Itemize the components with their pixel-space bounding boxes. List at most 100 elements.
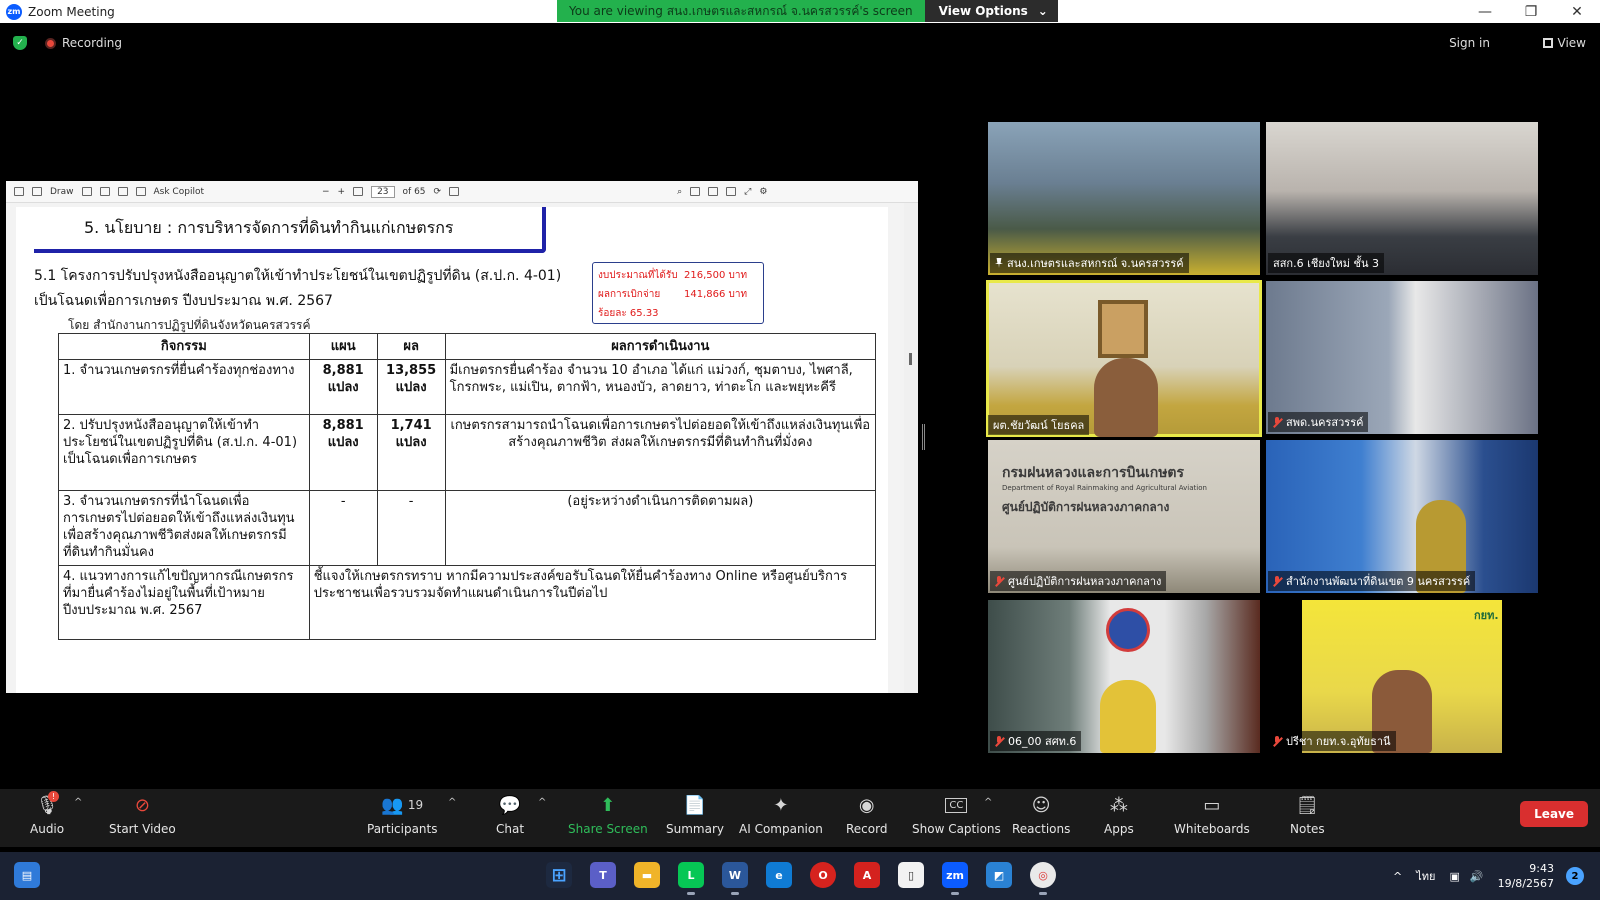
ai-companion-button[interactable]: ✦ AI Companion [739,793,823,837]
tile-name-label: ผต.ชัยวัฒน์ โยธคล [988,415,1090,435]
video-tile[interactable]: สสก.6 เชียงใหม่ ชั้น 3 [1266,122,1538,275]
zoom-in-icon[interactable]: + [338,187,346,197]
video-tile-active-speaker[interactable]: ผต.ชัยวัฒน์ โยธคล [986,280,1262,437]
audio-options-caret[interactable]: ^ [74,797,82,808]
notes-button[interactable]: 🗒 Notes [1290,793,1325,837]
recording-indicator[interactable]: Recording [45,36,122,50]
close-button[interactable]: ✕ [1554,0,1600,23]
tile-name-label: ปรีชา กยท.จ.อุทัยธานี [1268,731,1396,751]
record-button[interactable]: ◉ Record [846,793,887,837]
reactions-button[interactable]: ☺ Reactions [1012,793,1070,837]
budget-spent-label: ผลการเบิกจ่าย [598,289,661,300]
window-controls: — ❐ ✕ [1462,0,1600,23]
annotate-icon[interactable] [726,187,737,196]
line-app-icon[interactable]: L [678,862,704,895]
agency-logo [1106,608,1150,652]
clock[interactable]: 9:43 19/8/2567 [1498,861,1554,891]
tile-name-label: สำนักงานพัฒนาที่ดินเขต 9 นครสวรรค์ [1268,571,1476,591]
zoom-taskbar-icon[interactable]: zm [942,862,968,895]
start-video-button[interactable]: ⊘ Start Video [109,793,176,837]
split-drag-handle[interactable] [922,424,925,450]
cell-plan: 8,881 แปลง [308,414,378,491]
show-captions-label: Show Captions [912,822,1001,836]
photos-icon[interactable]: ◩ [986,862,1012,888]
share-screen-button[interactable]: ⬆ Share Screen [568,793,648,837]
cell-result: 1,741 แปลง [376,414,446,491]
video-tile[interactable]: สนง.เกษตรและสหกรณ์ จ.นครสวรรค์ [988,122,1260,275]
expand-icon[interactable]: ⤢ [744,187,751,197]
chrome-browser-icon[interactable]: ◎ [1030,862,1056,895]
view-button[interactable]: View [1542,36,1586,50]
record-icon: ◉ [858,794,875,816]
share-screen-label: Share Screen [568,822,648,836]
chat-options-caret[interactable]: ^ [538,797,546,808]
document-icon[interactable]: ▯ [898,862,924,888]
shared-screen[interactable]: Draw Ask Copilot − + 23 of 65 ⟳ ⌕ ⤢ ⚙ 5.… [6,181,918,693]
eraser-icon[interactable] [81,187,92,196]
table-row: 4. แนวทางการแก้ไขปัญหากรณีเกษตรกรที่มายื… [58,565,877,640]
show-hidden-icons-chevron-icon[interactable]: ^ [1393,870,1402,883]
view-options-button[interactable]: View Options ⌄ [924,0,1058,22]
save-icon[interactable] [708,187,719,196]
rotate-icon[interactable]: ⟳ [434,187,442,197]
chat-button[interactable]: 💬 Chat [496,793,524,837]
zoom-out-icon[interactable]: − [322,187,330,197]
video-tile[interactable]: สำนักงานพัฒนาที่ดินเขต 9 นครสวรรค์ [1266,440,1538,593]
input-language[interactable]: ไทย [1416,867,1435,885]
edge-browser-icon[interactable]: e [766,862,792,888]
video-tile[interactable]: 06_00 สศท.6 [988,600,1260,753]
budget-percent: ร้อยละ 65.33 [598,308,659,319]
page-number-input[interactable]: 23 [371,185,395,198]
speaker-figure [1094,358,1158,437]
windows-start-icon[interactable]: ⊞ [546,862,572,888]
sign-in-link[interactable]: Sign in [1449,36,1490,50]
rubber-authority-logo: กยท. [1474,609,1499,622]
list-icon[interactable] [14,187,24,196]
settings-gear-icon[interactable]: ⚙ [759,187,767,197]
video-tile[interactable]: กยท. ปรีชา กยท.จ.อุทัยธานี [1266,600,1538,753]
tile-name: สำนักงานพัฒนาที่ดินเขต 9 นครสวรรค์ [1286,575,1471,588]
network-icon[interactable]: ▣ [1449,870,1459,883]
leave-button[interactable]: Leave [1520,801,1588,827]
page-view-icon[interactable] [449,187,460,196]
whiteboards-label: Whiteboards [1174,822,1250,836]
video-tile[interactable]: กรมฝนหลวงและการบินเกษตร Department of Ro… [988,440,1260,593]
word-icon[interactable]: W [722,862,748,895]
book-icon[interactable] [99,187,110,196]
desktop-icon[interactable]: ▤ [14,862,40,888]
highlight-icon[interactable] [32,187,42,196]
fit-page-icon[interactable] [353,187,364,196]
clock-time: 9:43 [1529,862,1554,875]
cell-activity: 4. แนวทางการแก้ไขปัญหากรณีเกษตรกรที่มายื… [58,565,310,640]
print-icon[interactable] [690,187,701,196]
translate-icon[interactable] [135,187,146,196]
whiteboards-button[interactable]: ▭ Whiteboards [1174,793,1250,837]
apps-button[interactable]: ⁂ Apps [1104,793,1134,837]
volume-icon[interactable]: 🔊 [1470,870,1484,883]
captions-options-caret[interactable]: ^ [984,797,992,808]
text-icon[interactable] [117,187,128,196]
pdf-toolbar: Draw Ask Copilot − + 23 of 65 ⟳ ⌕ ⤢ ⚙ [6,181,918,203]
pdf-scrollbar[interactable] [904,203,918,693]
cell-outcome: มีเกษตรกรยื่นคำร้อง จำนวน 10 อำเภอ ได้แก… [444,359,877,415]
ask-copilot-button[interactable]: Ask Copilot [154,187,204,197]
scroll-thumb[interactable] [909,353,912,365]
participants-button[interactable]: 👥 19 Participants [367,793,438,837]
teams-icon[interactable]: T [590,862,616,888]
notification-badge[interactable]: 2 [1566,867,1584,885]
whiteboard-icon: ▭ [1203,794,1221,816]
draw-tool[interactable]: Draw [50,187,74,197]
restore-button[interactable]: ❐ [1508,0,1554,23]
opera-browser-icon[interactable]: O [810,862,836,888]
smiley-icon: ☺ [1031,794,1051,816]
file-explorer-icon[interactable]: ▬ [634,862,660,888]
participants-options-caret[interactable]: ^ [448,797,456,808]
acrobat-icon[interactable]: A [854,862,880,888]
search-icon[interactable]: ⌕ [677,187,682,197]
video-tile[interactable]: สพด.นครสวรรค์ [1266,281,1538,434]
audio-button[interactable]: 🎙 Audio [30,793,64,837]
summary-button[interactable]: 📄 Summary [666,793,724,837]
shield-icon[interactable]: ✓ [13,36,27,50]
table-header-row: กิจกรรม แผน ผล ผลการดำเนินงาน [58,333,877,360]
minimize-button[interactable]: — [1462,0,1508,23]
